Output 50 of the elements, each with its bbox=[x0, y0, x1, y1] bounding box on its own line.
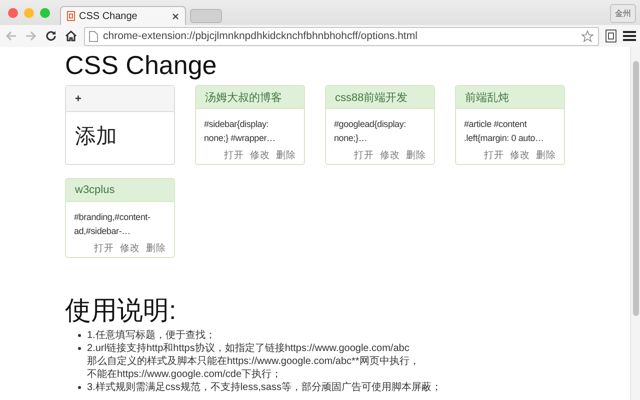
card-action-link[interactable]: 修改 bbox=[510, 149, 530, 162]
card-action-link[interactable]: 打开 bbox=[224, 149, 244, 162]
page-icon bbox=[89, 30, 98, 42]
browser-tab[interactable]: CSS Change bbox=[60, 6, 186, 25]
card-title: 汤姆大叔的博客 bbox=[196, 86, 304, 109]
card-title: css88前端开发 bbox=[326, 86, 434, 109]
card-action-link[interactable]: 修改 bbox=[250, 149, 270, 162]
forward-icon[interactable] bbox=[24, 29, 38, 43]
scrollbar[interactable] bbox=[630, 47, 640, 400]
address-bar[interactable]: chrome-extension://pbjcjlmnknpdhkidcknchfbhnbhohcff/options.html bbox=[84, 26, 599, 46]
card-action-link[interactable]: 删除 bbox=[276, 149, 296, 162]
card-action-link[interactable]: 删除 bbox=[536, 149, 556, 162]
add-card-label: 添加 bbox=[74, 124, 118, 150]
bullet-icon bbox=[78, 386, 81, 389]
page-title: CSS Change bbox=[65, 50, 218, 80]
menu-icon[interactable] bbox=[623, 30, 636, 42]
scrollbar-thumb[interactable] bbox=[632, 61, 638, 316]
reload-icon[interactable] bbox=[44, 29, 58, 43]
close-window-button[interactable] bbox=[8, 8, 18, 18]
back-icon[interactable] bbox=[4, 29, 18, 43]
card-action-link[interactable]: 修改 bbox=[380, 149, 400, 162]
card-action-link[interactable]: 打开 bbox=[484, 149, 504, 162]
card-action-link[interactable]: 删除 bbox=[406, 149, 426, 162]
add-card[interactable]: + 添加 bbox=[65, 85, 175, 165]
card-action-link[interactable]: 修改 bbox=[120, 242, 140, 255]
maximize-window-button[interactable] bbox=[40, 8, 50, 18]
close-tab-icon[interactable] bbox=[172, 12, 179, 20]
bullet-icon bbox=[78, 347, 81, 350]
document-icon bbox=[67, 11, 75, 21]
extension-icon[interactable] bbox=[605, 29, 617, 43]
css-snippet: #googlead{display: none;}… bbox=[333, 118, 407, 145]
card-action-link[interactable]: 打开 bbox=[354, 149, 374, 162]
card-action-link[interactable]: 删除 bbox=[146, 242, 166, 255]
card-title: 前端乱炖 bbox=[456, 86, 564, 109]
usage-note: 3.样式规则需满足css规范，不支持less,sass等，部分顽固广告可使用脚本屏蔽； bbox=[87, 381, 442, 394]
add-card-header: + bbox=[66, 86, 174, 112]
new-tab-button[interactable] bbox=[190, 9, 222, 23]
card-action-link[interactable]: 打开 bbox=[94, 242, 114, 255]
css-snippet: #branding,#content- ad,#sidebar-… bbox=[73, 211, 152, 238]
minimize-window-button[interactable] bbox=[24, 8, 34, 18]
bookmark-star-icon[interactable] bbox=[581, 30, 594, 42]
home-icon[interactable] bbox=[64, 29, 78, 43]
css-snippet: #sidebar{display: none;} #wrapper… bbox=[203, 118, 276, 145]
usage-note: 1.任意填写标题，便于查找； bbox=[87, 329, 216, 342]
bullet-icon bbox=[78, 334, 81, 337]
usage-heading: 使用说明: bbox=[65, 295, 178, 325]
usage-note: 2.url链接支持http和https协议，如指定了链接https://www.google.com/abc 那么自定义的样式及脚本只能在https://www.google.com/abc**网页中执行， 不能在https://www.google.com/cde下执行； bbox=[87, 342, 420, 381]
card-title: w3cplus bbox=[66, 179, 174, 202]
css-snippet: #article #content .left{margin: 0 auto… bbox=[463, 118, 545, 145]
profile-button[interactable]: 金州 bbox=[610, 4, 636, 23]
